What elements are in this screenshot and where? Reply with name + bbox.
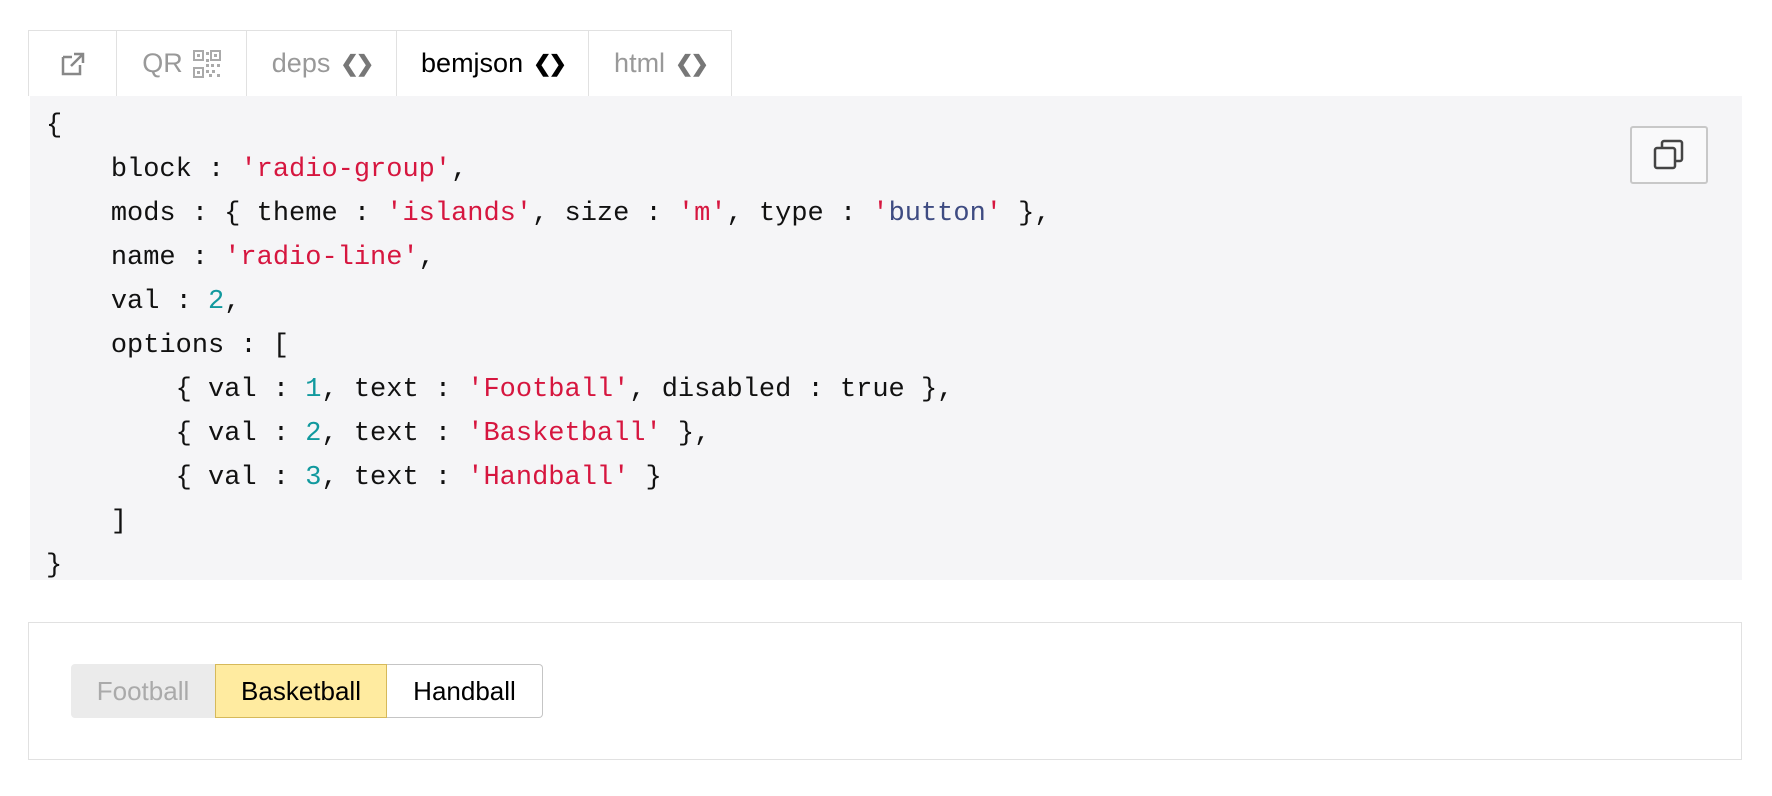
radio-group: Football Basketball Handball — [71, 664, 543, 718]
tab-bemjson-label: bemjson — [421, 48, 524, 78]
qr-code-icon — [192, 49, 221, 78]
radio-button-basketball[interactable]: Basketball — [215, 664, 387, 718]
tab-html-label: html — [614, 48, 666, 78]
tab-deps[interactable]: deps ❮❯ — [247, 31, 397, 96]
radio-button-handball[interactable]: Handball — [387, 664, 543, 718]
code-arrows-icon: ❮❯ — [533, 50, 567, 76]
copy-button[interactable] — [1630, 126, 1708, 184]
tab-html[interactable]: html ❮❯ — [589, 31, 731, 96]
radio-button-football: Football — [71, 664, 215, 718]
code-arrows-icon: ❮❯ — [340, 50, 374, 76]
example-preview: Football Basketball Handball — [28, 622, 1742, 760]
tab-deps-label: deps — [271, 48, 331, 78]
bemjson-code: { block : 'radio-group', mods : { theme … — [46, 111, 1051, 581]
example-tabs: QR deps ❮❯ bemjson ❮❯ html ❮❯ — [28, 30, 732, 96]
copy-icon — [1653, 139, 1684, 170]
tab-qr[interactable]: QR — [117, 31, 247, 96]
code-arrows-icon: ❮❯ — [675, 50, 709, 76]
tab-qr-label: QR — [142, 48, 183, 78]
code-panel: { block : 'radio-group', mods : { theme … — [30, 96, 1742, 581]
external-link-icon — [61, 52, 84, 75]
tab-bemjson[interactable]: bemjson ❮❯ — [397, 31, 589, 96]
tab-open-in-new-window[interactable] — [29, 31, 117, 96]
